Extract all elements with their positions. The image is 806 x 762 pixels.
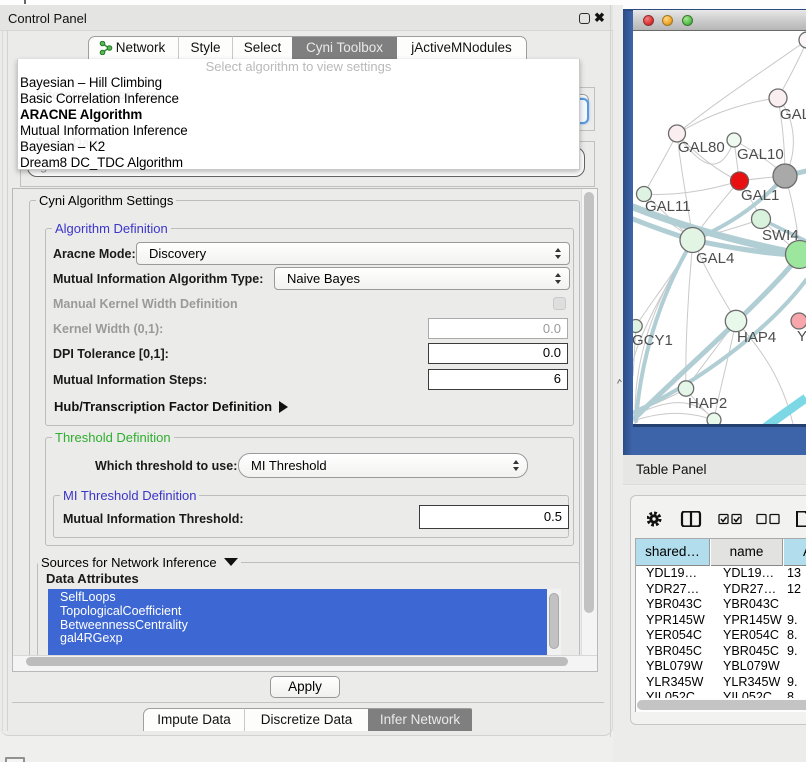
svg-text:SWI4: SWI4 <box>762 227 799 244</box>
svg-text:GAL7: GAL7 <box>780 106 806 123</box>
svg-text:HAP4: HAP4 <box>737 329 776 346</box>
svg-text:GAL80: GAL80 <box>678 139 725 156</box>
svg-text:YM: YM <box>797 328 806 345</box>
svg-text:GAL11: GAL11 <box>645 198 691 215</box>
svg-text:GCY1: GCY1 <box>633 332 673 349</box>
svg-text:GAL4: GAL4 <box>696 250 734 267</box>
svg-text:HAP2: HAP2 <box>688 395 727 412</box>
svg-text:GAL1: GAL1 <box>741 187 779 204</box>
svg-text:GAL10: GAL10 <box>737 146 784 163</box>
